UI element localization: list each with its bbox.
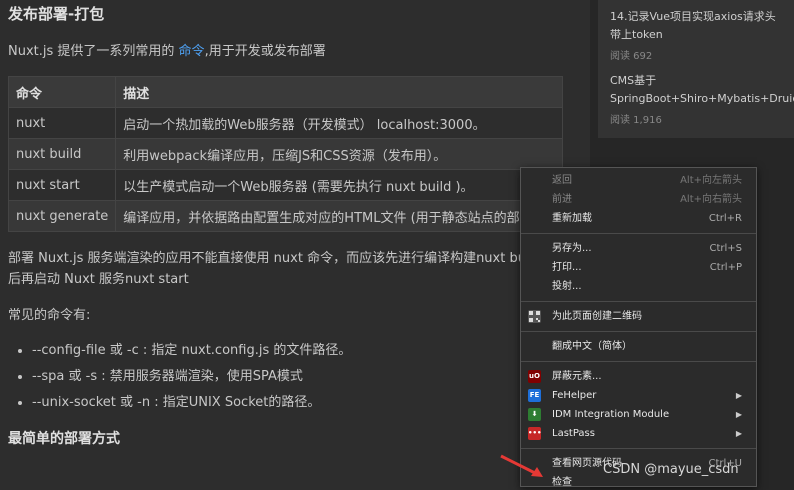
- list-item: --config-file 或 -c : 指定 nuxt.config.js 的…: [32, 338, 582, 364]
- cell-command: nuxt start: [7, 169, 117, 201]
- section-heading: 发布部署-打包: [8, 5, 105, 23]
- menu-item-back[interactable]: 返回 Alt+向左箭头: [521, 171, 756, 190]
- list-item: --unix-socket 或 -n : 指定UNIX Socket的路径。: [32, 390, 582, 416]
- menu-item-print[interactable]: 打印... Ctrl+P: [521, 258, 756, 277]
- menu-item-idm[interactable]: ⬇ IDM Integration Module ▶: [521, 405, 756, 424]
- commands-table: 命令 描述 nuxt 启动一个热加载的Web服务器（开发模式） localhos…: [7, 76, 563, 232]
- related-article[interactable]: 14.记录Vue项目实现axios请求头带上token 阅读 692: [610, 8, 782, 62]
- commands-link[interactable]: 命令: [179, 44, 205, 59]
- menu-item-lastpass[interactable]: ••• LastPass ▶: [521, 424, 756, 443]
- related-articles: 14.记录Vue项目实现axios请求头带上token 阅读 692 CMS基于…: [598, 0, 794, 138]
- fehelper-icon: FE: [528, 389, 541, 402]
- menu-separator: [521, 301, 756, 302]
- related-article-views: 阅读 692: [610, 51, 653, 62]
- menu-item-qr-code[interactable]: 为此页面创建二维码: [521, 307, 756, 326]
- header-command: 命令: [7, 76, 117, 108]
- related-article-title[interactable]: CMS基于SpringBoot+Shiro+Mybatis+Druid...: [610, 72, 794, 108]
- idm-icon: ⬇: [528, 408, 541, 421]
- table-row: nuxt generate 编译应用，并依据路由配置生成对应的HTML文件 (用…: [7, 200, 563, 232]
- menu-separator: [521, 361, 756, 362]
- context-menu: 返回 Alt+向左箭头 前进 Alt+向右箭头 重新加载 Ctrl+R 另存为... C…: [520, 167, 757, 488]
- menu-separator: [521, 331, 756, 332]
- qr-code-icon: [528, 310, 541, 323]
- menu-item-block-element[interactable]: uO 屏蔽元素...: [521, 367, 756, 386]
- deploy-paragraph: 部署 Nuxt.js 服务端渲染的应用不能直接使用 nuxt 命令，而应该先进行…: [8, 251, 568, 287]
- cell-command: nuxt generate: [7, 200, 117, 232]
- cell-description: 编译应用，并依据路由配置生成对应的HTML文件 (用于静态站点的部署)。: [115, 200, 563, 232]
- subheading: 最简单的部署方式: [8, 431, 120, 447]
- menu-item-save-as[interactable]: 另存为... Ctrl+S: [521, 239, 756, 258]
- submenu-arrow-icon: ▶: [735, 410, 742, 419]
- table-row: nuxt 启动一个热加载的Web服务器（开发模式） localhost:3000…: [7, 107, 563, 139]
- red-arrow-icon: [500, 454, 543, 477]
- intro-paragraph: Nuxt.js 提供了一系列常用的 命令,用于开发或发布部署: [8, 44, 326, 59]
- submenu-arrow-icon: ▶: [735, 391, 742, 400]
- menu-separator: [521, 448, 756, 449]
- table-header-row: 命令 描述: [7, 76, 563, 108]
- header-description: 描述: [115, 76, 563, 108]
- menu-item-cast[interactable]: 投射...: [521, 277, 756, 296]
- submenu-arrow-icon: ▶: [735, 429, 742, 438]
- cell-description: 利用webpack编译应用，压缩JS和CSS资源（发布用）。: [115, 138, 563, 170]
- table-row: nuxt start 以生产模式启动一个Web服务器 (需要先执行 nuxt b…: [7, 169, 563, 201]
- article-content: 发布部署-打包 Nuxt.js 提供了一系列常用的 命令,用于开发或发布部署 命…: [0, 0, 590, 490]
- list-item: --spa 或 -s : 禁用服务器端渲染，使用SPA模式: [32, 364, 582, 390]
- table-row: nuxt build 利用webpack编译应用，压缩JS和CSS资源（发布用）…: [7, 138, 563, 170]
- menu-separator: [521, 233, 756, 234]
- related-article-title[interactable]: 14.记录Vue项目实现axios请求头带上token: [610, 8, 782, 44]
- menu-item-fehelper[interactable]: FE FeHelper ▶: [521, 386, 756, 405]
- cell-command: nuxt: [7, 107, 117, 139]
- related-article[interactable]: CMS基于SpringBoot+Shiro+Mybatis+Druid... 阅…: [610, 72, 794, 126]
- menu-item-forward[interactable]: 前进 Alt+向右箭头: [521, 190, 756, 209]
- ublock-icon: uO: [528, 370, 541, 383]
- options-list: --config-file 或 -c : 指定 nuxt.config.js 的…: [8, 338, 582, 416]
- cell-description: 以生产模式启动一个Web服务器 (需要先执行 nuxt build )。: [115, 169, 563, 201]
- related-article-views: 阅读 1,916: [610, 115, 662, 126]
- cell-command: nuxt build: [7, 138, 117, 170]
- cell-description: 启动一个热加载的Web服务器（开发模式） localhost:3000。: [115, 107, 563, 139]
- menu-item-translate[interactable]: 翻成中文（简体）: [521, 337, 756, 356]
- common-commands-label: 常见的命令有:: [8, 308, 91, 323]
- lastpass-icon: •••: [528, 427, 541, 440]
- csdn-watermark: CSDN @mayue_csdn: [603, 462, 739, 477]
- menu-item-reload[interactable]: 重新加载 Ctrl+R: [521, 209, 756, 228]
